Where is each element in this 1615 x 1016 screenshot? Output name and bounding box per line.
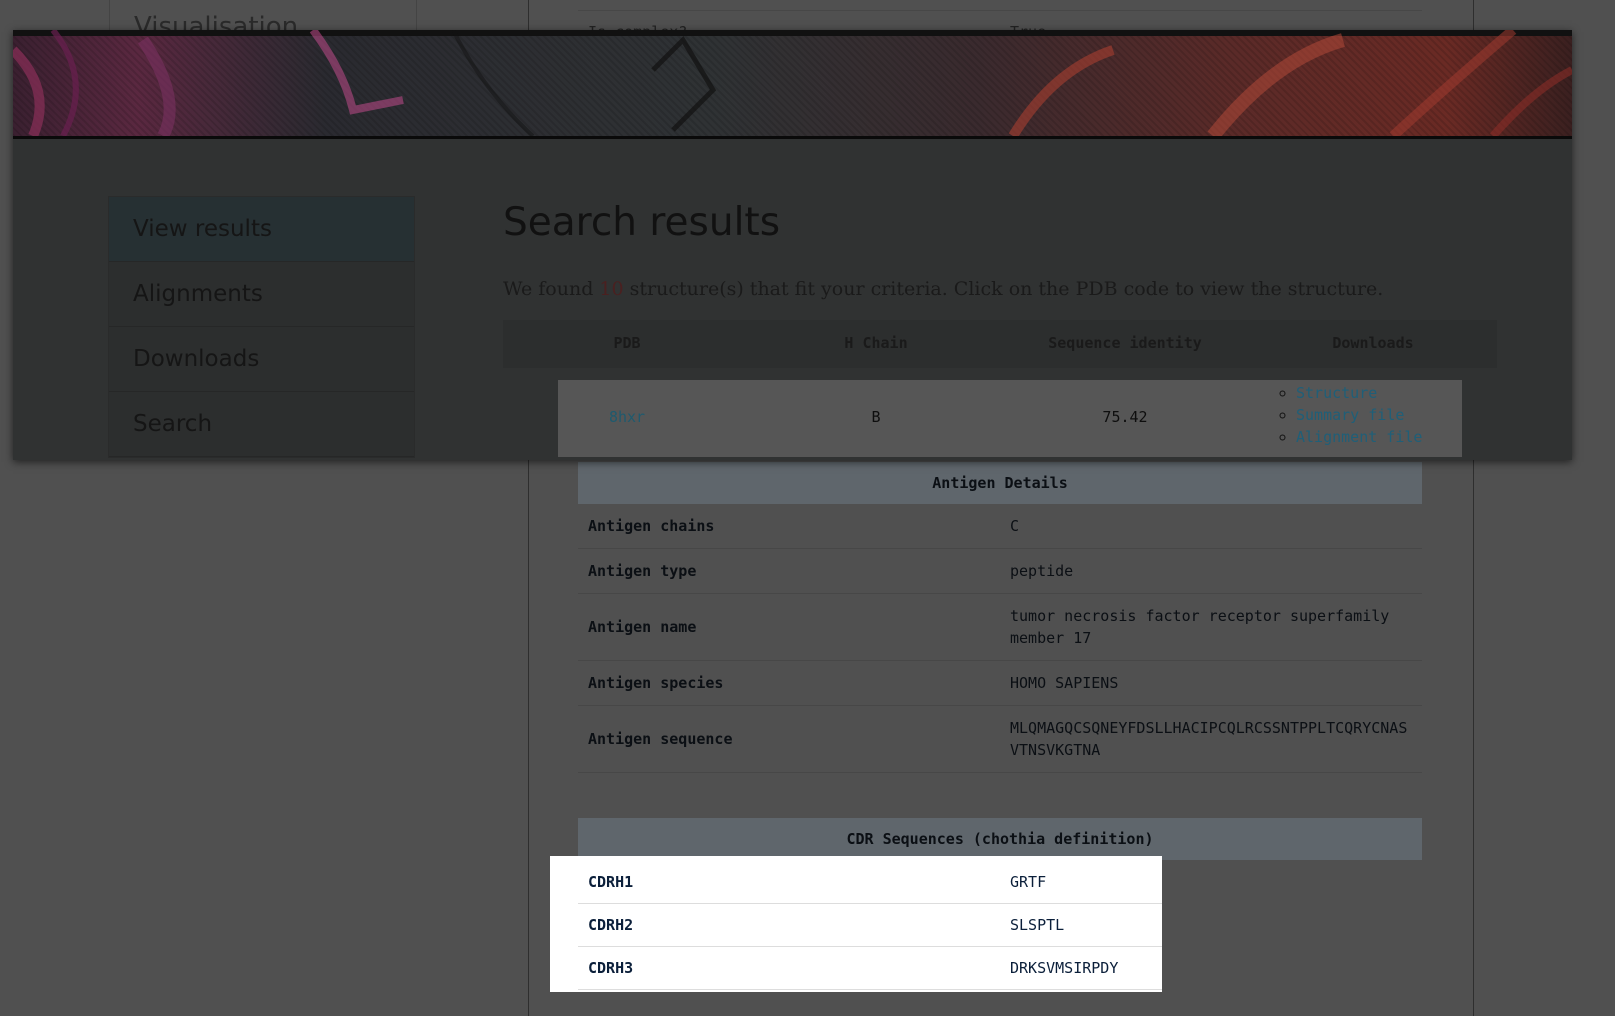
structure-download-link[interactable]: Structure [1296,384,1377,402]
search-results-overlay: View results Alignments Downloads Search… [13,30,1572,460]
h-chain-value: B [871,408,881,426]
row-label: Antigen species [578,660,1000,706]
sequence-identity-value: 75.42 [1102,408,1148,426]
results-summary: We found 10 structure(s) that fit your c… [503,278,1383,300]
row-label: Antigen name [578,593,1000,661]
cdr-rows: CDRH1 GRTF CDRH2 SLSPTL CDRH3 DRKSVMSIRP… [578,861,1162,990]
row-value: tumor necrosis factor receptor superfami… [1000,593,1422,661]
row-value: peptide [1000,548,1422,594]
row-value: C [1000,504,1422,549]
list-item: Structure [1296,382,1422,404]
summary-file-download-link[interactable]: Summary file [1296,406,1404,424]
column-header-pdb: PDB [613,334,641,352]
cdr-label: CDRH3 [578,946,1000,990]
row-label: Antigen chains [578,504,1000,549]
cdr-label: CDRH1 [578,861,1000,904]
summary-suffix: structure(s) that fit your criteria. Cli… [623,278,1384,300]
table-row: CDRH3 DRKSVMSIRPDY [578,946,1162,990]
table-row: CDRH1 GRTF [578,861,1162,904]
table-row: Antigen chains C [578,504,1422,549]
result-count: 10 [599,278,624,300]
table-row: Antigen sequence MLQMAGQCSQNEYFDSLLHACIP… [578,705,1422,773]
row-label: Antigen type [578,548,1000,594]
summary-prefix: We found [503,278,600,300]
results-table-header: PDB H Chain Sequence identity Downloads [503,320,1497,368]
table-row: CDRH2 SLSPTL [578,903,1162,947]
sidebar-item-alignments[interactable]: Alignments [109,262,414,327]
cdr-value: GRTF [1000,861,1162,904]
column-header-downloads: Downloads [1332,334,1414,352]
header-banner [13,30,1572,139]
table-row: Antigen name tumor necrosis factor recep… [578,593,1422,661]
list-item: Summary file [1296,404,1422,426]
pdb-code-link[interactable]: 8hxr [609,408,645,426]
cdr-sequences-table: CDR Sequences (chothia definition) [578,818,1422,860]
cdr-label: CDRH2 [578,903,1000,947]
table-row: Antigen type peptide [578,548,1422,594]
cdr-value: DRKSVMSIRPDY [1000,946,1162,990]
row-value: MLQMAGQCSQNEYFDSLLHACIPCQLRCSSNTPPLTCQRY… [1000,705,1422,773]
row-label: Antigen sequence [578,705,1000,773]
table-header: Antigen Details [578,462,1422,504]
list-item: Alignment file [1296,426,1422,448]
row-value: HOMO SAPIENS [1000,660,1422,706]
page-title: Search results [503,200,781,245]
column-header-sequence-identity: Sequence identity [1048,334,1202,352]
side-menu: View results Alignments Downloads Search [108,196,415,458]
banner-illustration [13,30,1572,136]
sidebar-item-view-results[interactable]: View results [109,197,414,262]
table-row: 8hxr B 75.42 Structure Summary file Alig… [558,380,1462,457]
table-row: Antigen species HOMO SAPIENS [578,660,1422,706]
downloads-list: Structure Summary file Alignment file [1280,382,1422,448]
cdr-highlight-region: CDRH1 GRTF CDRH2 SLSPTL CDRH3 DRKSVMSIRP… [550,856,1162,992]
sidebar-item-downloads[interactable]: Downloads [109,327,414,392]
sidebar-item-search[interactable]: Search [109,392,414,457]
antigen-details-table: Antigen Details Antigen chains C Antigen… [578,462,1422,773]
table-header: CDR Sequences (chothia definition) [578,818,1422,860]
column-header-h-chain: H Chain [844,334,908,352]
alignment-file-download-link[interactable]: Alignment file [1296,428,1422,446]
cdr-value: SLSPTL [1000,903,1162,947]
